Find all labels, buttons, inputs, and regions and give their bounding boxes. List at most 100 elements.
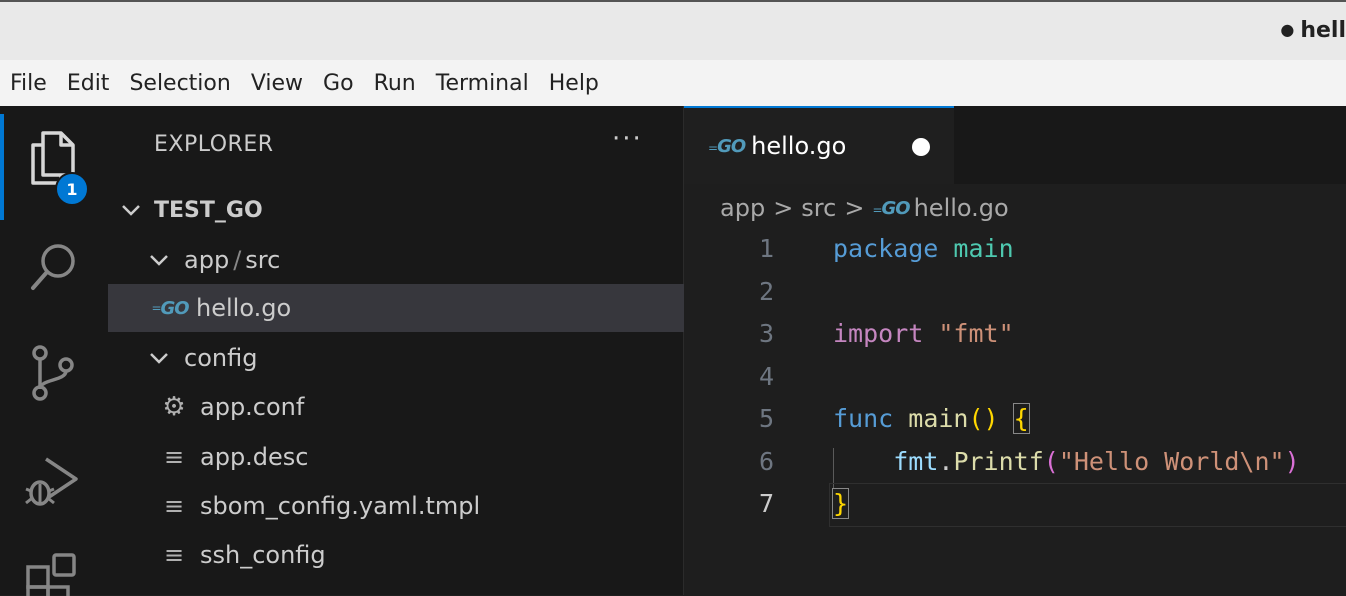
editor-area: =GO hello.go app > src > =GO hello.go 1 p… [684,106,1346,595]
breadcrumb-app[interactable]: app [720,194,765,222]
menu-terminal[interactable]: Terminal [426,71,539,96]
code-line[interactable]: 1 package main [684,234,1346,276]
menu-file[interactable]: File [0,71,57,96]
tree-folder-app-src[interactable]: app / src [108,236,721,284]
tree-folder-src-label: src [245,246,281,274]
code-text: fmt.Printf("Hello World\n") [833,446,1300,476]
menu-edit[interactable]: Edit [57,71,120,96]
line-number: 6 [758,446,774,476]
breadcrumb-file[interactable]: hello.go [914,194,1009,222]
code-token: main [908,404,969,433]
text-file-icon: ≡ [163,492,185,520]
code-token: ) [1284,446,1300,476]
breadcrumb-sep: > [773,194,794,222]
activity-source-control[interactable] [0,328,108,418]
source-control-icon [32,345,74,401]
code-token: package [833,234,939,263]
gear-icon: ⚙ [162,392,186,422]
tree-folder-label: config [184,344,258,372]
go-icon-text: GO [717,135,746,157]
menu-selection[interactable]: Selection [119,71,240,96]
code-text: func main() { [833,403,1030,434]
tree-file-ssh-config[interactable]: ≡ ssh_config [108,531,731,579]
window-title-text: hell [1300,18,1346,43]
activity-bar: 1 [0,106,108,596]
chevron-down-icon [122,205,140,216]
tree-root-test-go[interactable]: TEST_GO [108,186,693,234]
code-token: ( [1043,446,1059,476]
code-token: fmt [893,446,939,476]
explorer-badge: 1 [55,172,89,206]
explorer-sidebar: EXPLORER ··· TEST_GO app / src = GO hello… [108,106,727,595]
activity-search[interactable] [0,222,108,312]
menu-help[interactable]: Help [539,71,609,96]
code-text: import "fmt" [833,319,1014,348]
tree-file-app-desc[interactable]: ≡ app.desc [108,433,731,481]
code-token: "fmt" [938,319,1014,348]
more-actions-button[interactable]: ··· [612,124,643,154]
code-line[interactable]: 7} [684,483,1346,531]
code-line[interactable]: 4 [684,362,1346,404]
tree-root-label: TEST_GO [154,197,263,223]
chevron-down-icon [150,255,168,266]
breadcrumb-sep: > [844,194,865,222]
tree-folder-app-label: app [184,246,230,274]
menu-view[interactable]: View [241,71,313,96]
current-line-highlight [829,483,1346,527]
activity-explorer[interactable]: 1 [0,114,108,220]
code-line[interactable]: 2 [684,277,1346,319]
menu-run[interactable]: Run [364,71,426,96]
window-title: ● hell [1280,18,1346,43]
code-token: { [1012,403,1030,434]
search-icon [31,244,75,290]
tree-folder-sep: / [233,246,242,274]
code-text: package main [833,234,1014,263]
breadcrumb: app > src > =GO hello.go [720,194,1009,222]
code-text: } [831,488,850,519]
tree-file-app-conf[interactable]: ⚙ app.conf [108,383,731,431]
editor-tabs: =GO hello.go [684,106,1346,184]
tab-hello-go[interactable]: =GO hello.go [684,106,954,184]
go-file-icon: =GO [872,197,911,219]
explorer-title: EXPLORER [154,132,274,157]
chevron-down-icon [150,353,168,364]
line-number: 2 [758,276,774,306]
go-file-icon: =GO [708,135,746,157]
code-token: main [953,234,1014,263]
tree-file-label: hello.go [196,294,292,322]
activity-extensions[interactable] [0,536,108,596]
tab-label: hello.go [751,132,847,160]
text-file-icon: ≡ [163,443,185,471]
code-token: import [833,319,924,348]
tree-file-label: app.desc [200,443,309,471]
line-number: 5 [758,404,774,433]
tree-folder-config[interactable]: config [108,334,721,382]
unsaved-indicator[interactable] [912,138,930,156]
line-number: 7 [758,489,774,518]
tree-file-label: app.conf [200,393,305,421]
menu-go[interactable]: Go [313,71,364,96]
tree-file-hello-go[interactable]: = GO hello.go [108,284,727,332]
title-bar: ● hell [0,0,1346,60]
code-token: func [833,404,894,433]
tree-file-label: ssh_config [200,541,326,569]
breadcrumb-src[interactable]: src [801,194,836,222]
go-icon-text: GO [881,197,911,219]
tree-file-sbom-config[interactable]: ≡ sbom_config.yaml.tmpl [108,482,731,530]
text-file-icon: ≡ [163,541,185,569]
line-number: 4 [758,361,774,391]
code-token: "Hello World\n" [1058,446,1285,476]
code-line[interactable]: 3 import "fmt" [684,319,1346,361]
line-number: 3 [758,319,774,348]
menu-bar: File Edit Selection View Go Run Terminal… [0,60,1346,106]
code-token: . [938,446,954,476]
code-line[interactable]: 5 func main() { [684,403,1346,446]
activity-run-debug[interactable] [0,436,108,526]
tree-file-label: sbom_config.yaml.tmpl [200,492,481,520]
extensions-icon [26,553,76,596]
